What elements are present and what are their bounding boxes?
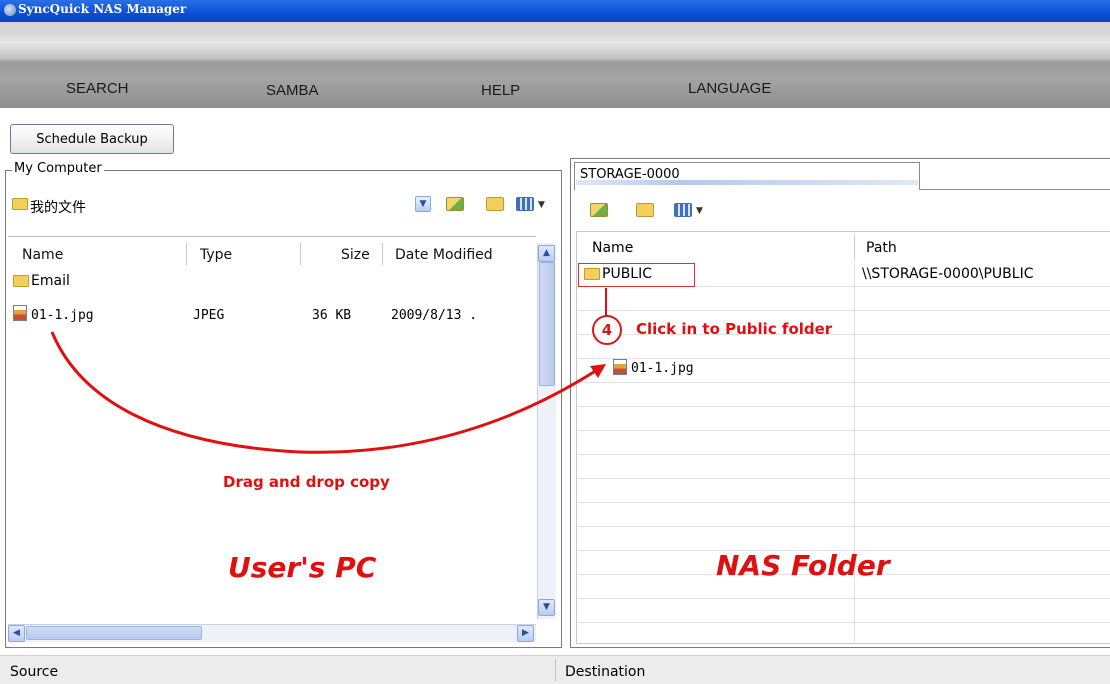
step-number-badge: 4 (592, 315, 622, 345)
users-pc-caption: User's PC (228, 551, 377, 584)
annotation-arrows (50, 288, 607, 454)
step-instruction: Click in to Public folder (636, 320, 833, 338)
status-divider (555, 659, 556, 681)
destination-label: Destination (565, 664, 646, 680)
drag-instruction: Drag and drop copy (223, 473, 390, 491)
nas-folder-caption: NAS Folder (716, 549, 890, 582)
source-label: Source (10, 664, 59, 680)
